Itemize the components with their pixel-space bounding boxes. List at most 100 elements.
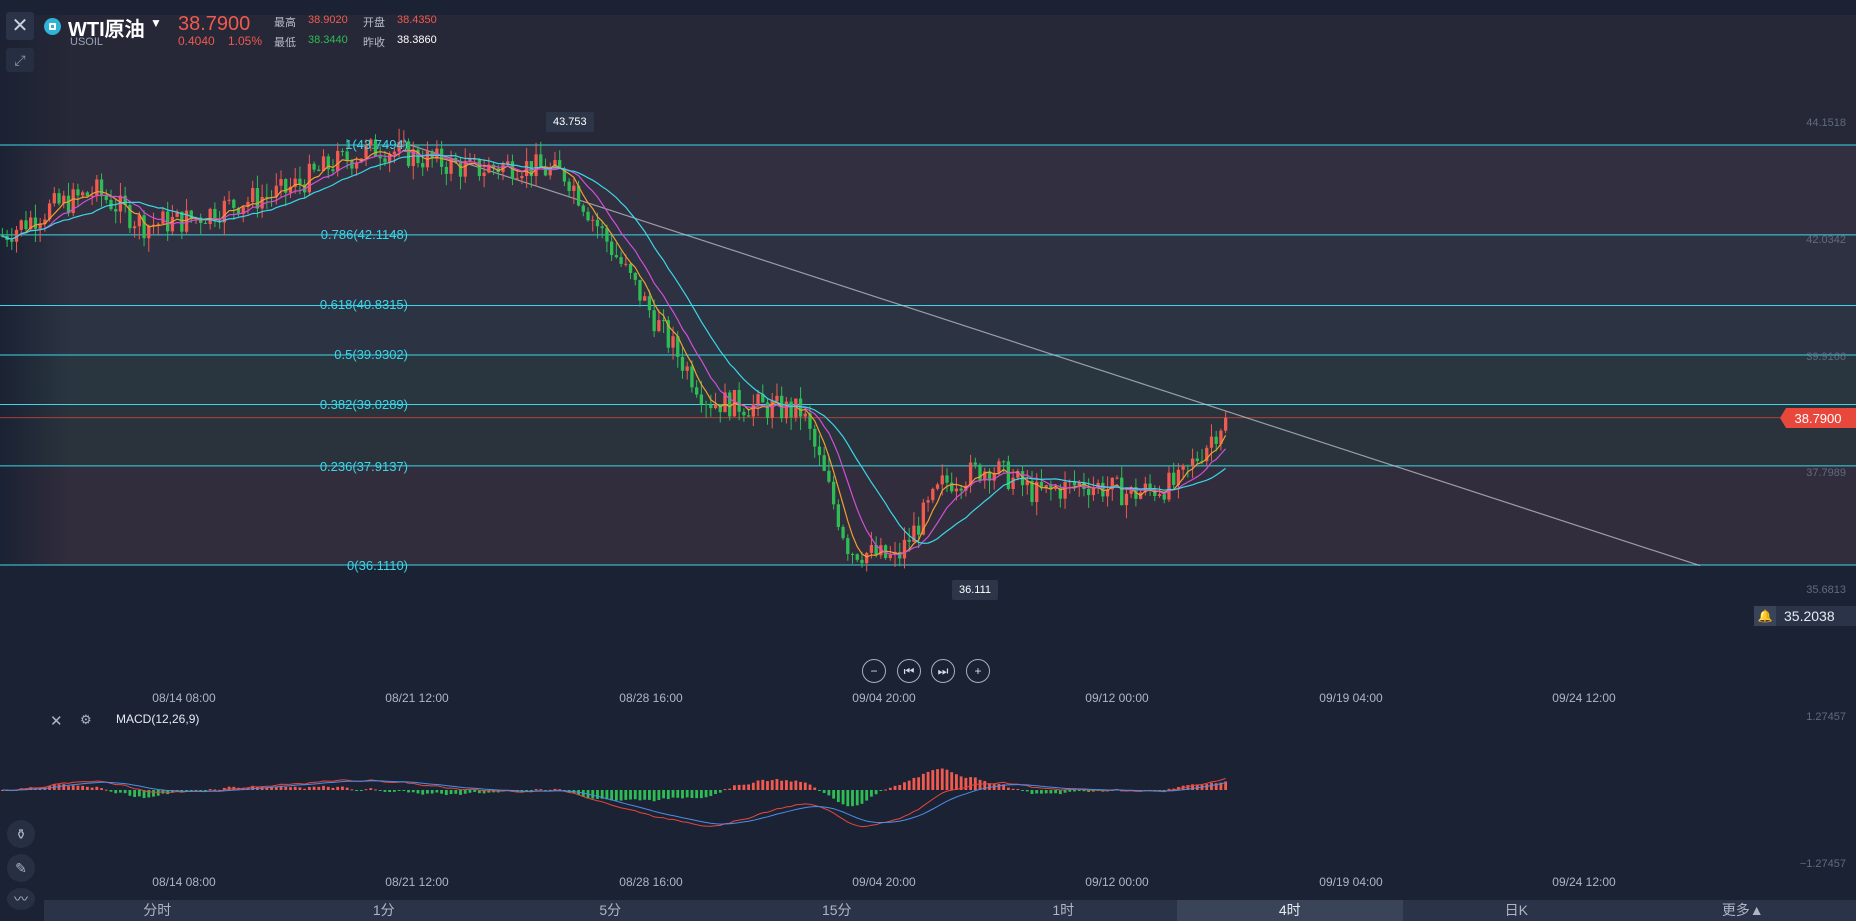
fib-label-0618[interactable]: 0.618(40.8315) [208,297,408,312]
candle-body [1063,481,1067,499]
macd-bar [326,786,330,790]
tab-timeframe[interactable]: 日K [1403,900,1630,921]
macd-bar [737,784,741,790]
tab-timeframe[interactable]: 5分 [497,900,724,921]
candle-body [1223,417,1228,431]
candle-body [227,199,231,201]
macd-bar [841,790,845,805]
trading-chart-app: ✕ ⤢ WTI原油 ▼ USOIL 38.7900 0.4040 1.05% 最… [0,0,1856,921]
macd-bar [865,790,869,801]
macd-bar [662,790,666,799]
time-axis-tick: 08/14 08:00 [152,691,216,705]
macd-bar [374,789,377,791]
tab-timeframe[interactable]: 15分 [724,900,951,921]
macd-bar [770,780,774,790]
indicator-icon[interactable]: ⚱ [7,820,35,848]
candle-body [1190,458,1195,466]
macd-bar [534,789,538,791]
skip-forward-icon[interactable]: ⏭ [931,659,955,683]
macd-bar [780,780,784,790]
tab-timeframe[interactable]: 分时 [44,900,271,921]
macd-bar [152,790,155,797]
time-axis-tick: 08/28 16:00 [619,875,683,889]
candle-body [671,336,675,348]
macd-bar [846,790,850,807]
tab-timeframe[interactable]: 1时 [950,900,1177,921]
macd-bar [860,790,864,804]
macd-bar [289,787,292,790]
candle-body [595,219,600,227]
candle-body [836,504,840,527]
macd-bar [794,780,798,790]
macd-bar [775,779,779,790]
candle-body [180,211,184,232]
tab-more[interactable]: 更多▲ [1630,900,1856,921]
line-chart-icon[interactable]: 〰 [7,888,35,910]
candle-body [81,192,85,196]
candle-body [1148,483,1152,489]
candle-body [142,215,146,239]
macd-bar [539,789,543,791]
open-label: 开盘 [363,17,385,29]
bell-icon[interactable]: 🔔 [1754,606,1776,626]
fib-zone [0,145,1856,235]
macd-bar [1035,790,1039,794]
zoom-in-icon[interactable]: + [966,659,990,683]
macd-bar [610,790,614,801]
pencil-icon[interactable]: ✎ [7,854,35,882]
macd-bar [90,787,94,790]
high-label: 最高 [274,17,296,29]
tab-timeframe-active[interactable]: 4时 [1176,900,1403,921]
macd-dif-line [2,777,1226,828]
macd-bar [614,790,618,801]
macd-bar [869,790,873,797]
price-alert[interactable]: 🔔 35.2038 [1754,606,1856,626]
macd-dea-line [2,780,1226,825]
macd-bar [648,790,651,800]
fib-label-0786[interactable]: 0.786(42.1148) [208,227,408,242]
chevron-down-icon[interactable]: ▼ [150,16,162,30]
candle-body [553,160,557,168]
candle-body [203,223,208,225]
macd-bar [756,780,760,790]
candle-body [737,390,741,412]
macd-bar [341,786,344,790]
macd-bar [723,789,727,791]
macd-bar [85,786,89,790]
candle-body [586,211,590,221]
skip-back-icon[interactable]: ⏮ [897,659,921,683]
zoom-out-icon[interactable]: − [862,659,886,683]
fib-label-0[interactable]: 0(36.1110) [208,558,408,573]
fib-label-0382[interactable]: 0.382(39.0289) [208,397,408,412]
tab-timeframe[interactable]: 1分 [271,900,498,921]
candle-body [860,559,864,564]
macd-bar [345,787,349,790]
fib-label-1[interactable]: 1(43.7494) [208,137,408,152]
price-axis-tick: 39.9166 [1806,351,1846,363]
macd-bar [789,781,793,790]
fib-zone [0,404,1856,466]
macd-bar [1016,789,1020,791]
fib-label-0236[interactable]: 0.236(37.9137) [208,459,408,474]
close-icon[interactable]: ✕ [6,12,34,40]
time-axis-tick: 09/24 12:00 [1552,875,1616,889]
macd-bar [355,790,359,791]
low-value: 38.3440 [308,34,348,46]
macd-bar [955,774,958,790]
macd-bar [808,784,812,790]
macd-bar [1021,790,1024,791]
fib-label-05[interactable]: 0.5(39.9302) [208,347,408,362]
candle-body [709,404,713,409]
candle-body [1214,436,1218,444]
candle-body [846,538,850,555]
macd-bar [76,785,80,790]
candle-body [255,188,260,209]
measure-icon[interactable]: ⤢ [6,48,34,72]
time-axis-tick: 09/19 04:00 [1319,875,1383,889]
gear-icon[interactable]: ⚙ [80,712,92,728]
candle-body [954,488,959,492]
candle-body [1162,494,1166,500]
close-icon[interactable]: ✕ [50,712,63,730]
candle-body [251,188,255,202]
low-callout: 36.111 [952,580,999,600]
